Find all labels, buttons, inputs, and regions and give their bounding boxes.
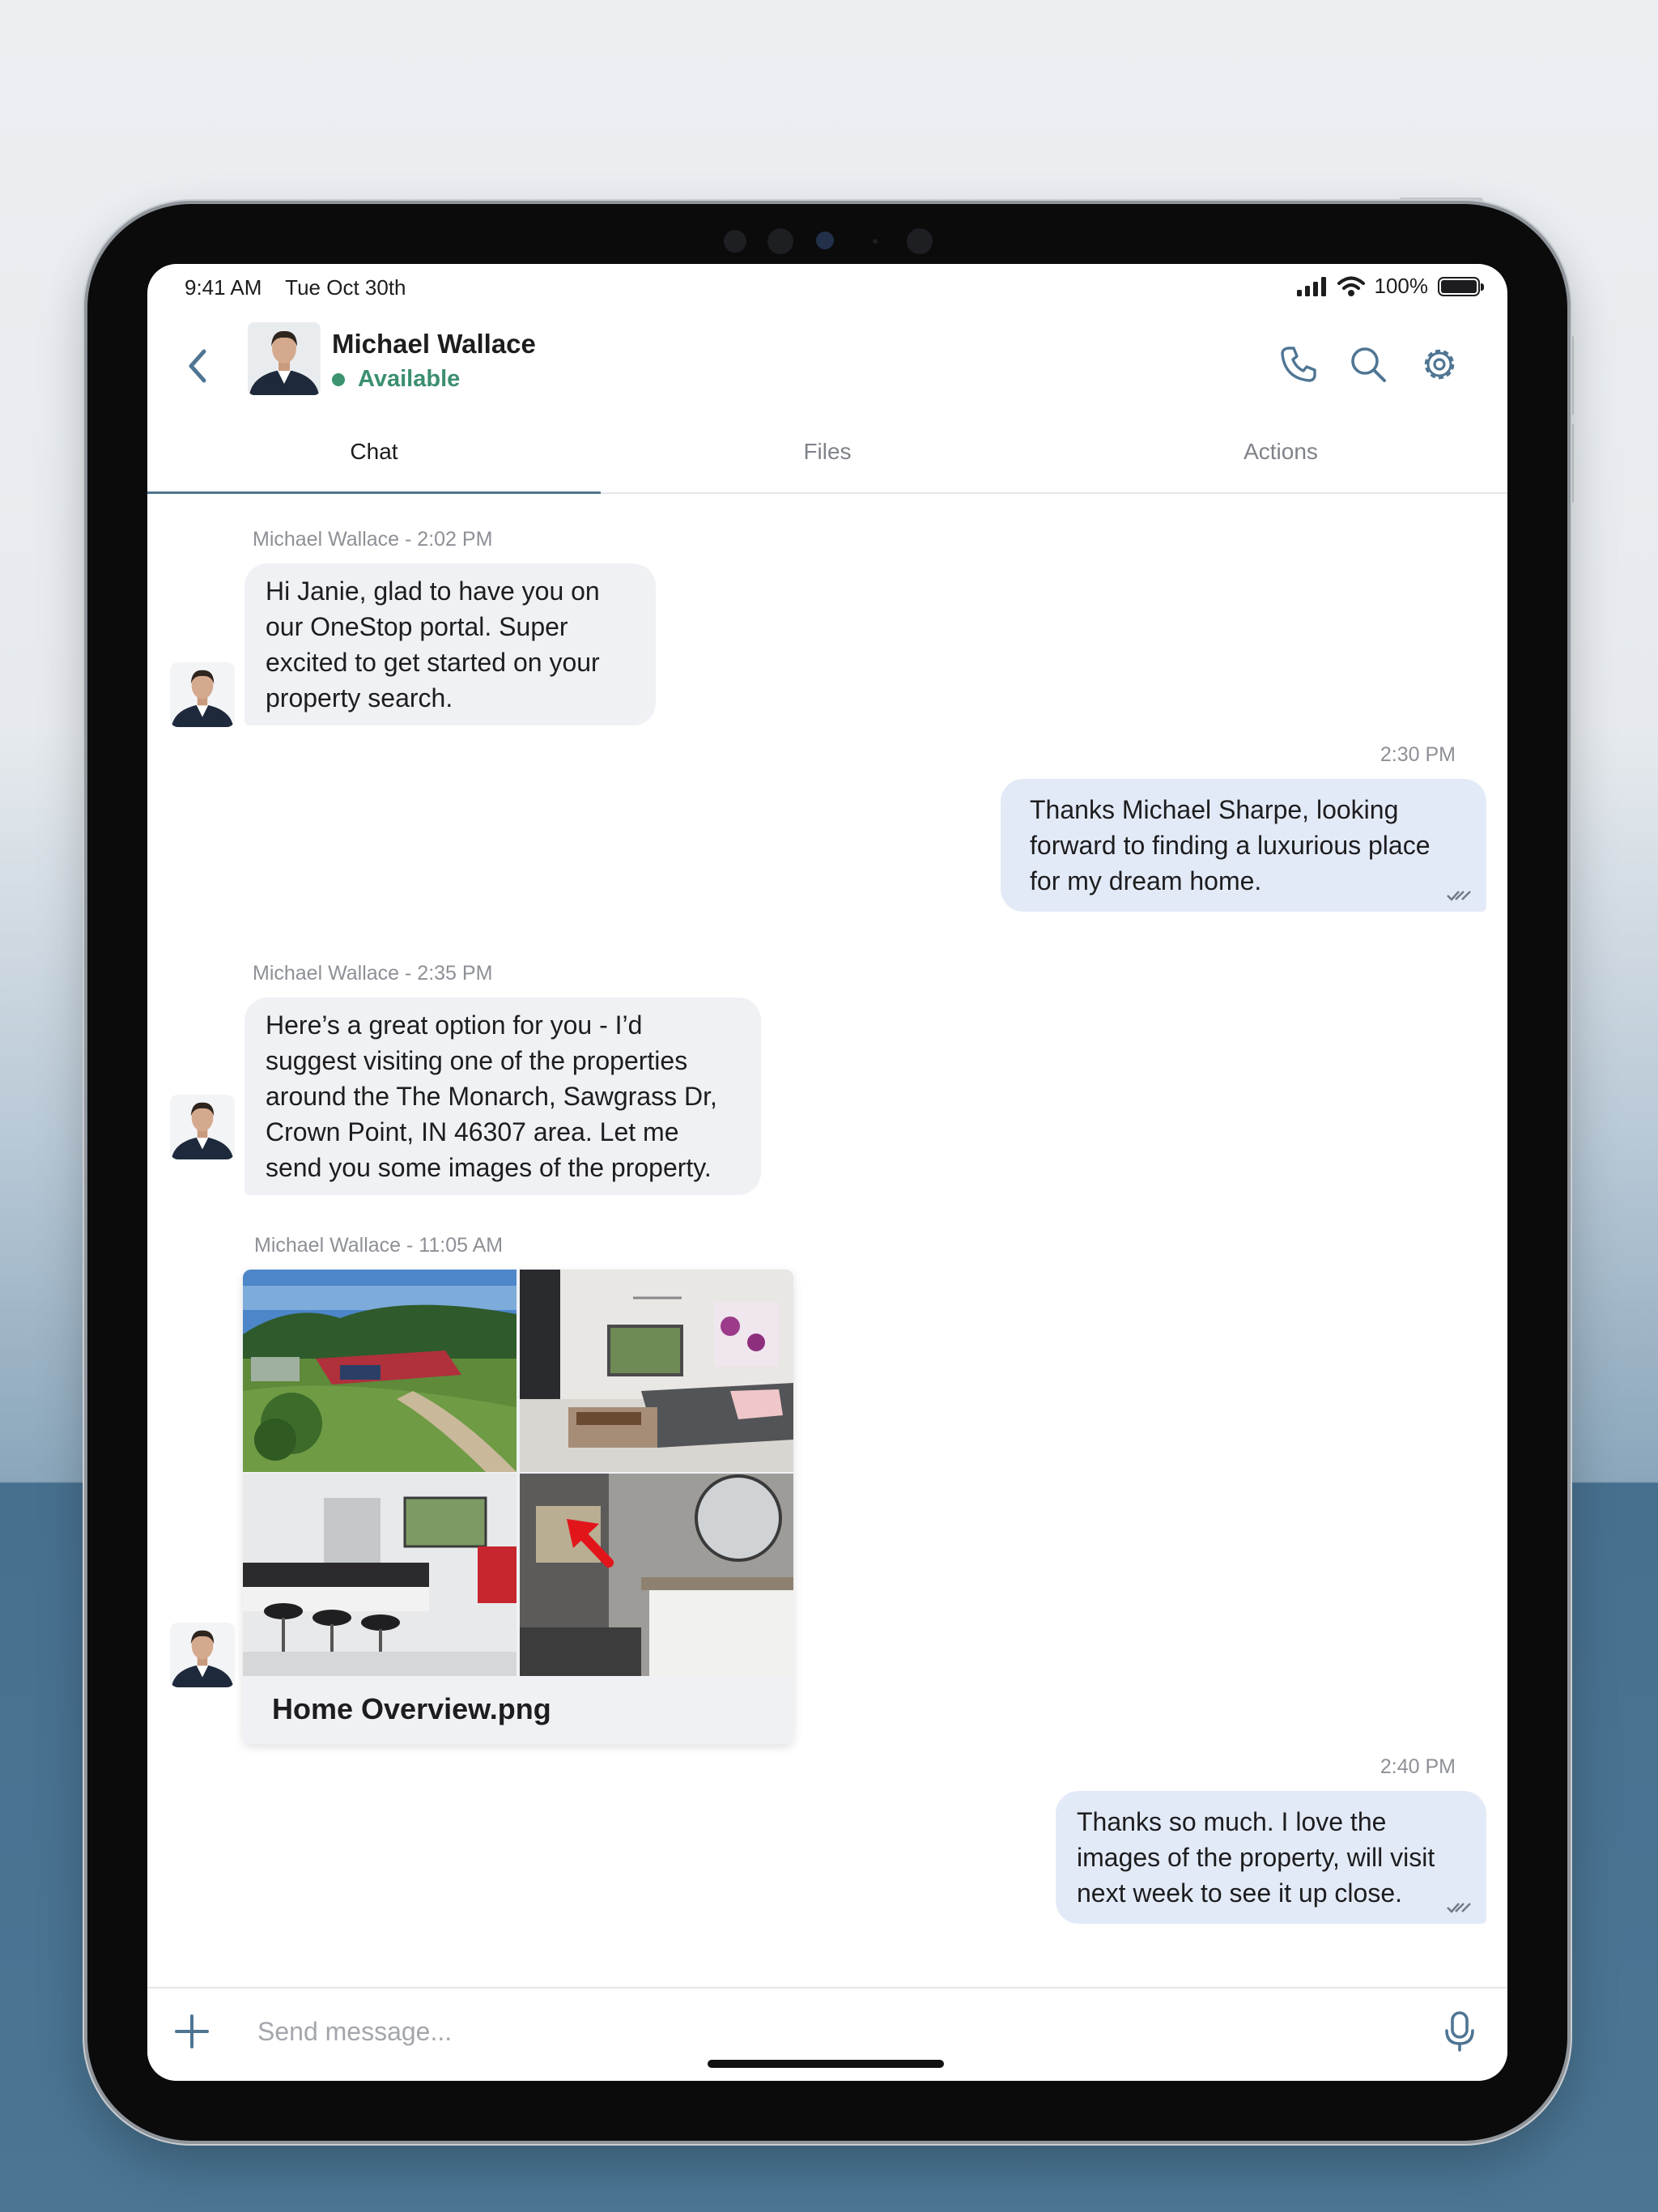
device-top-button xyxy=(1399,198,1483,204)
device-volume-down-button xyxy=(1567,423,1574,504)
message-meta: Michael Wallace - 2:02 PM xyxy=(253,528,493,551)
message-bubble-outgoing[interactable]: Thanks Michael Sharpe, looking forward t… xyxy=(1001,779,1486,912)
sensor-dot xyxy=(724,230,746,253)
message-meta: Michael Wallace - 2:35 PM xyxy=(253,962,493,985)
presence-label: Available xyxy=(358,366,461,392)
wifi-icon xyxy=(1337,276,1365,296)
battery-icon xyxy=(1438,276,1484,296)
tab-chat[interactable]: Chat xyxy=(147,418,601,494)
cellular-signal-icon xyxy=(1296,276,1326,296)
settings-button[interactable] xyxy=(1415,340,1464,389)
app-screen: 9:41 AM Tue Oct 30th 100% Michael Wallac… xyxy=(147,264,1507,2081)
call-button[interactable] xyxy=(1274,340,1323,389)
attachment-image-grid[interactable] xyxy=(243,1270,793,1676)
message-bubble-incoming[interactable]: Here’s a great option for you - I’d sugg… xyxy=(244,998,761,1195)
search-icon xyxy=(1351,347,1386,382)
message-text: Thanks so much. I love the images of the… xyxy=(1077,1807,1435,1908)
read-receipt-icon xyxy=(1447,1903,1471,1913)
message-meta: Michael Wallace - 11:05 AM xyxy=(254,1234,504,1257)
tab-actions[interactable]: Actions xyxy=(1054,418,1507,492)
back-chevron-icon[interactable] xyxy=(180,347,219,385)
search-button[interactable] xyxy=(1344,340,1392,389)
photo-bathroom xyxy=(520,1474,793,1676)
gear-icon xyxy=(1424,349,1455,380)
battery-percent: 100% xyxy=(1374,274,1429,298)
device-volume-up-button xyxy=(1567,335,1574,416)
add-attachment-icon[interactable] xyxy=(172,2011,212,2052)
sensor-dot xyxy=(767,228,793,254)
message-bubble-outgoing[interactable]: Thanks so much. I love the images of the… xyxy=(1056,1791,1486,1924)
phone-icon xyxy=(1281,347,1316,382)
sender-avatar xyxy=(170,1095,235,1159)
home-indicator[interactable] xyxy=(708,2060,944,2068)
tab-files[interactable]: Files xyxy=(601,418,1054,492)
presence-dot-icon xyxy=(332,372,345,386)
message-meta: 2:30 PM xyxy=(1380,743,1456,766)
photo-kitchen xyxy=(243,1474,517,1676)
microphone-icon[interactable] xyxy=(1439,2010,1480,2053)
camera-array xyxy=(87,222,1567,254)
sensor-dot xyxy=(907,228,933,254)
status-date: Tue Oct 30th xyxy=(285,275,406,300)
status-bar: 9:41 AM Tue Oct 30th 100% xyxy=(147,264,1507,313)
contact-avatar[interactable] xyxy=(248,322,321,395)
camera-lens xyxy=(816,232,834,249)
message-composer xyxy=(147,1987,1507,2081)
message-list[interactable]: Michael Wallace - 2:02 PM Hi Janie, glad… xyxy=(147,494,1507,1989)
message-bubble-incoming[interactable]: Hi Janie, glad to have you on our OneSto… xyxy=(244,564,656,725)
attachment-file-name: Home Overview.png xyxy=(272,1692,551,1725)
message-text: Thanks Michael Sharpe, looking forward t… xyxy=(1030,795,1431,895)
image-attachment-card[interactable]: Home Overview.png xyxy=(243,1270,793,1744)
status-time: 9:41 AM xyxy=(185,275,262,300)
message-meta: 2:40 PM xyxy=(1380,1755,1456,1778)
chat-header: Michael Wallace Available xyxy=(147,313,1507,418)
contact-name: Michael Wallace xyxy=(332,329,536,359)
sender-avatar xyxy=(170,1623,235,1687)
sensor-dot xyxy=(873,239,878,244)
tablet-frame: 9:41 AM Tue Oct 30th 100% Michael Wallac… xyxy=(87,204,1567,2141)
presence-status: Available xyxy=(332,366,460,393)
tab-bar: Chat Files Actions xyxy=(147,418,1507,494)
photo-living-room xyxy=(520,1270,793,1472)
sender-avatar xyxy=(170,662,235,727)
message-input[interactable] xyxy=(256,2010,1312,2053)
read-receipt-icon xyxy=(1447,891,1471,901)
photo-aerial-property xyxy=(243,1270,517,1472)
